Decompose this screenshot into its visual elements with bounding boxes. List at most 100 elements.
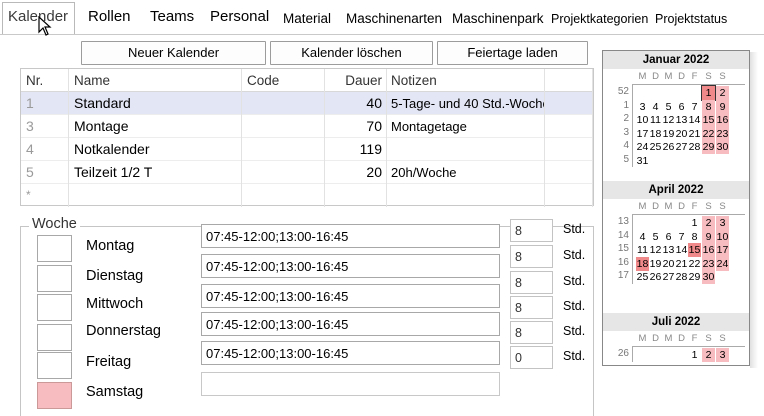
calendar-day[interactable]: 6 — [675, 100, 688, 114]
new-calendar-button[interactable]: Neuer Kalender — [81, 41, 266, 65]
cell-name[interactable] — [69, 184, 242, 207]
calendar-day[interactable]: 9 — [702, 229, 715, 244]
calendar-day[interactable]: 2 — [702, 216, 715, 230]
cell-dauer[interactable] — [325, 184, 387, 207]
calendar-day[interactable]: 1 — [688, 348, 701, 362]
calendar-day[interactable]: 15 — [702, 113, 715, 127]
times-field-tuesday[interactable]: 07:45-12:00;13:00-16:45 — [201, 254, 500, 278]
calendar-day[interactable]: 21 — [688, 127, 701, 141]
table-row[interactable]: 1 Standard 40 5-Tage- und 40 Std.-Woche — [21, 92, 593, 115]
calendar-day[interactable]: 4 — [649, 100, 662, 114]
calendar-day[interactable]: 13 — [675, 113, 688, 127]
cell-notizen[interactable] — [387, 184, 545, 207]
calendar-day[interactable]: 28 — [688, 140, 701, 154]
tab-projektstatus[interactable]: Projektstatus — [655, 12, 727, 26]
calendar-day[interactable]: 8 — [702, 99, 715, 114]
cell-notizen[interactable]: 20h/Woche — [387, 161, 545, 184]
calendar-day[interactable]: 24 — [716, 256, 729, 271]
times-field-thursday[interactable]: 07:45-12:00;13:00-16:45 — [201, 312, 500, 336]
calendar-day[interactable]: 19 — [662, 127, 675, 141]
calendar-day[interactable]: 6 — [662, 230, 675, 244]
tab-teams[interactable]: Teams — [150, 8, 194, 25]
calendar-day[interactable]: 17 — [716, 243, 729, 257]
calendar-day[interactable]: 20 — [675, 127, 688, 141]
calendar-day[interactable]: 20 — [662, 257, 675, 271]
col-header-notizen[interactable]: Notizen — [387, 69, 545, 92]
calendar-day[interactable]: 11 — [649, 113, 662, 127]
tab-projektkategorien[interactable]: Projektkategorien — [551, 12, 648, 26]
tab-rollen[interactable]: Rollen — [88, 8, 131, 25]
calendar-day[interactable]: 26 — [662, 140, 675, 154]
calendar-day[interactable]: 11 — [636, 243, 649, 257]
tab-personal[interactable]: Personal — [210, 8, 269, 25]
calendar-day[interactable]: 25 — [636, 270, 649, 284]
calendar-day[interactable]: 5 — [662, 100, 675, 114]
calendar-day[interactable]: 30 — [702, 270, 715, 284]
calendar-day[interactable]: 2 — [716, 86, 729, 100]
cell-dauer[interactable]: 40 — [325, 92, 387, 115]
calendar-day[interactable]: 24 — [636, 140, 649, 154]
calendar-day[interactable]: 23 — [716, 126, 729, 141]
times-field-wednesday[interactable]: 07:45-12:00;13:00-16:45 — [201, 284, 500, 308]
calendar-day[interactable]: 3 — [636, 100, 649, 114]
calendar-day[interactable]: 28 — [675, 270, 688, 284]
calendar-day[interactable]: 9 — [716, 99, 729, 114]
day-color-box-wednesday[interactable] — [37, 294, 72, 321]
cell-dauer[interactable]: 70 — [325, 115, 387, 138]
day-color-box-saturday[interactable] — [37, 382, 72, 409]
calendar-day[interactable]: 5 — [649, 230, 662, 244]
calendar-day[interactable]: 30 — [716, 140, 729, 154]
calendar-day[interactable]: 18 — [649, 127, 662, 141]
calendar-day[interactable]: 2 — [702, 348, 715, 362]
calendar-day[interactable]: 17 — [636, 127, 649, 141]
calendar-day[interactable]: 14 — [675, 243, 688, 257]
col-header-dauer[interactable]: Dauer — [325, 69, 387, 92]
calendar-day[interactable]: 7 — [688, 100, 701, 114]
times-field-friday[interactable]: 07:45-12:00;13:00-16:45 — [201, 341, 500, 365]
day-color-box-friday[interactable] — [37, 352, 72, 379]
table-row[interactable]: 3 Montage 70 Montagetage — [21, 115, 593, 138]
calendar-day[interactable]: 27 — [662, 270, 675, 284]
tab-maschinenpark[interactable]: Maschinenpark — [452, 11, 544, 26]
tab-material[interactable]: Material — [283, 11, 331, 26]
calendar-day[interactable]: 31 — [636, 154, 649, 168]
calendar-day[interactable]: 18 — [636, 256, 649, 271]
cell-name[interactable]: Montage — [69, 115, 242, 138]
col-header-nr[interactable]: Nr. — [21, 69, 69, 92]
cell-name[interactable]: Notkalender — [69, 138, 242, 161]
day-color-box-tuesday[interactable] — [37, 265, 72, 292]
cell-code[interactable] — [242, 138, 325, 161]
day-color-box-thursday[interactable] — [37, 324, 72, 351]
times-field-saturday[interactable] — [201, 372, 500, 396]
calendar-day[interactable]: 10 — [636, 113, 649, 127]
calendar-day[interactable]: 22 — [702, 126, 715, 141]
calendar-day[interactable]: 8 — [688, 230, 701, 244]
tab-maschinenarten[interactable]: Maschinenarten — [346, 11, 442, 26]
calendar-day[interactable]: 29 — [688, 270, 701, 284]
table-row[interactable]: 5 Teilzeit 1/2 T 20 20h/Woche — [21, 161, 593, 184]
calendar-day[interactable]: 13 — [662, 243, 675, 257]
calendar-day[interactable]: 22 — [688, 257, 701, 271]
calendar-day[interactable]: 27 — [675, 140, 688, 154]
hours-field-monday[interactable]: 8 — [510, 219, 553, 242]
times-field-monday[interactable]: 07:45-12:00;13:00-16:45 — [201, 224, 500, 248]
calendar-day[interactable]: 10 — [716, 229, 729, 244]
hours-field-friday-zero[interactable]: 0 — [510, 346, 553, 369]
calendar-day[interactable]: 3 — [716, 216, 729, 230]
calendar-day[interactable]: 1 — [688, 216, 701, 230]
calendar-day[interactable]: 16 — [716, 113, 729, 127]
calendar-day[interactable]: 4 — [636, 230, 649, 244]
cell-name[interactable]: Teilzeit 1/2 T — [69, 161, 242, 184]
calendar-day[interactable]: 23 — [702, 256, 715, 271]
cell-dauer[interactable]: 20 — [325, 161, 387, 184]
cell-notizen[interactable]: Montagetage — [387, 115, 545, 138]
calendar-day[interactable]: 1 — [701, 85, 716, 101]
calendar-day[interactable]: 21 — [675, 257, 688, 271]
cell-notizen[interactable]: 5-Tage- und 40 Std.-Woche — [387, 92, 545, 115]
calendar-day[interactable]: 19 — [649, 257, 662, 271]
delete-calendar-button[interactable]: Kalender löschen — [270, 41, 433, 65]
calendar-day[interactable]: 16 — [702, 243, 715, 257]
cell-code[interactable] — [242, 161, 325, 184]
col-header-name[interactable]: Name — [69, 69, 242, 92]
calendar-day[interactable]: 14 — [688, 113, 701, 127]
